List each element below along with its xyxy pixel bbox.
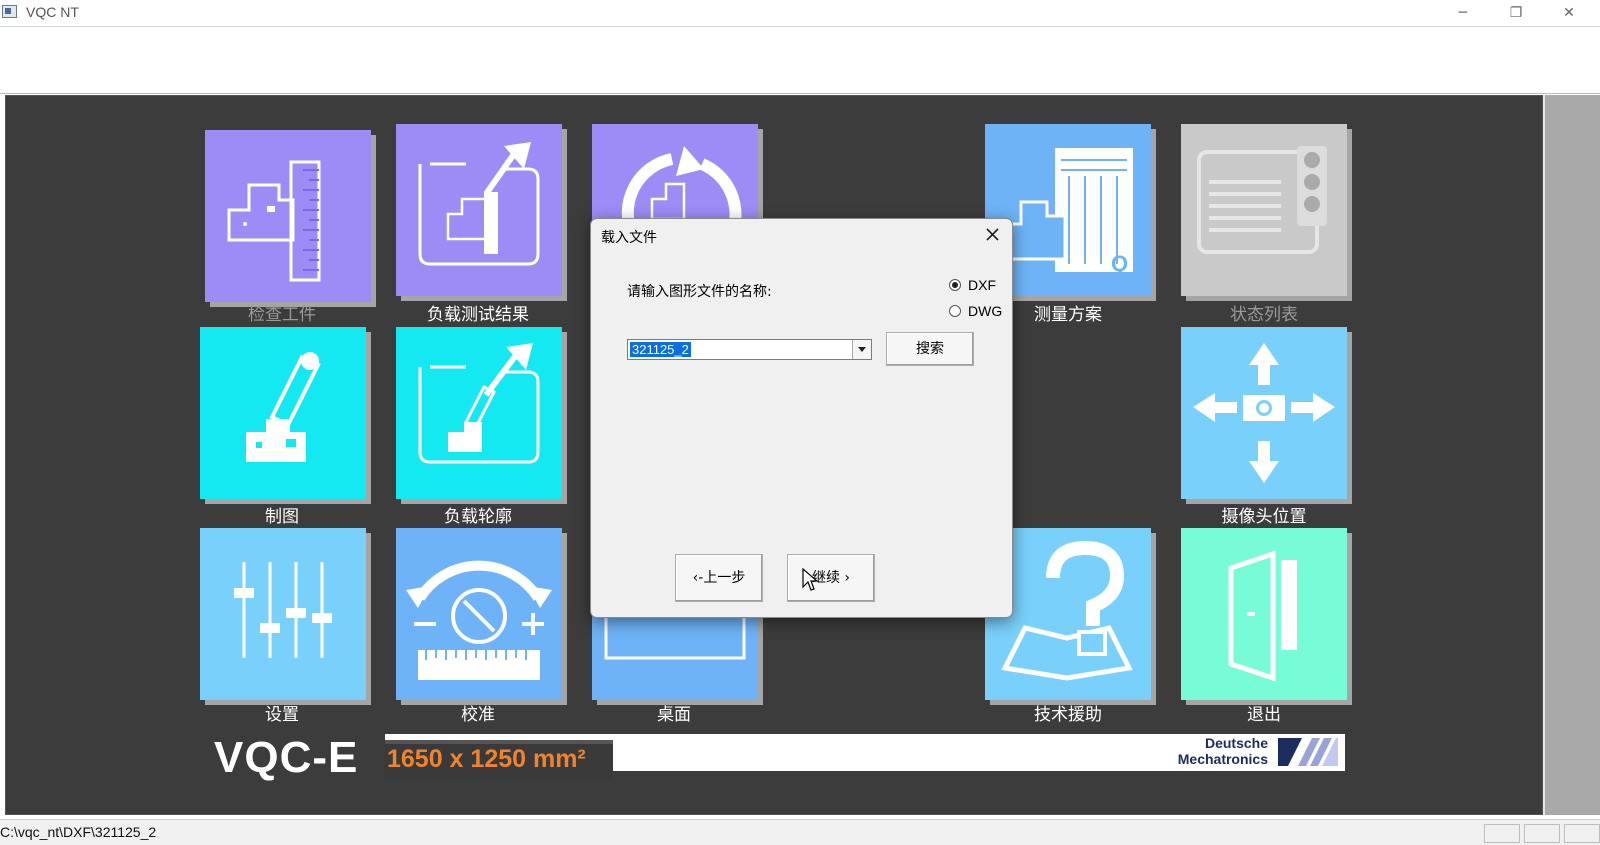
search-button[interactable]: 搜索 [886, 332, 974, 366]
filename-value[interactable]: 321125_2 [630, 342, 691, 357]
toolbar-area [0, 27, 1600, 94]
tile-settings[interactable] [200, 528, 366, 700]
product-logo: VQC-E [214, 733, 359, 782]
tile-status-list[interactable] [1181, 124, 1347, 296]
tile-draw[interactable] [200, 327, 366, 499]
tile-label-load-result: 负载测试结果 [427, 305, 529, 325]
calibrate-icon [406, 560, 552, 680]
minimize-button[interactable]: ─ [1440, 0, 1486, 26]
tile-label-help: 技术援助 [1034, 705, 1102, 725]
tile-check-part[interactable] [205, 130, 371, 302]
tile-label-check: 检查工件 [248, 305, 316, 325]
radio-unselected-icon [949, 305, 961, 317]
tile-label-exit: 退出 [1247, 705, 1281, 725]
table-size: 1650 x 1250 mm² [387, 745, 586, 773]
company-line2: Mechatronics [1177, 751, 1268, 767]
load-result-icon [418, 142, 540, 266]
mouse-cursor-icon [802, 568, 818, 591]
radio-dxf-label: DXF [968, 277, 996, 293]
load-contour-icon [418, 343, 540, 464]
status-cell [1524, 824, 1560, 843]
draw-pencil-icon [246, 352, 321, 462]
dialog-title: 载入文件 [601, 230, 657, 246]
company-name: Deutsche Mechatronics [1108, 735, 1268, 767]
radio-dwg[interactable]: DWG [949, 303, 1002, 319]
close-window-button[interactable]: ✕ [1546, 0, 1592, 26]
company-line1: Deutsche [1204, 735, 1268, 751]
tile-label-load-contour: 负载轮廓 [444, 507, 512, 527]
right-panel [1543, 95, 1600, 815]
status-path: C:\vqc_nt\DXF\321125_2 [0, 824, 157, 840]
radio-selected-icon [949, 279, 961, 291]
ruler-part-icon [227, 160, 321, 282]
tile-label-settings: 设置 [265, 705, 299, 725]
camera-move-icon [1193, 343, 1335, 483]
filename-combobox[interactable]: 321125_2 [627, 339, 872, 360]
company-logo-icon [1276, 736, 1338, 768]
continue-button[interactable]: 继续 › [787, 554, 875, 602]
title-bar: VQC NT ─ ❐ ✕ [0, 0, 1600, 27]
back-button[interactable]: ‹-上一步 [675, 554, 763, 602]
tile-label-status: 状态列表 [1230, 305, 1298, 325]
close-icon[interactable] [982, 225, 1004, 245]
tile-load-result[interactable] [396, 124, 562, 296]
tile-load-contour[interactable] [396, 327, 562, 499]
tile-label-draw: 制图 [265, 507, 299, 527]
svg-text:Q: Q [1111, 251, 1128, 276]
tile-label-camera: 摄像头位置 [1221, 507, 1307, 527]
tile-calibrate[interactable] [396, 528, 562, 700]
status-cell [1484, 824, 1520, 843]
tile-label-calibrate: 校准 [461, 705, 495, 725]
window-title: VQC NT [26, 4, 79, 20]
restore-button[interactable]: ❐ [1493, 0, 1539, 26]
filename-prompt: 请输入图形文件的名称: [627, 284, 772, 300]
radio-dxf[interactable]: DXF [949, 277, 996, 293]
app-icon [2, 5, 17, 18]
chevron-down-icon[interactable] [852, 340, 871, 359]
status-bar: C:\vqc_nt\DXF\321125_2 [0, 819, 1600, 845]
load-file-dialog: 载入文件 请输入图形文件的名称: DXF DWG 321125_2 搜索 ‹-上… [590, 218, 1013, 618]
tile-camera-position[interactable] [1181, 327, 1347, 499]
radio-dwg-label: DWG [968, 303, 1003, 319]
status-list-icon [1197, 146, 1327, 254]
tile-label-desktop: 桌面 [657, 705, 691, 725]
status-cell [1564, 824, 1600, 843]
exit-door-icon [1228, 550, 1297, 682]
tile-exit[interactable] [1181, 528, 1347, 700]
sliders-icon [234, 562, 332, 658]
